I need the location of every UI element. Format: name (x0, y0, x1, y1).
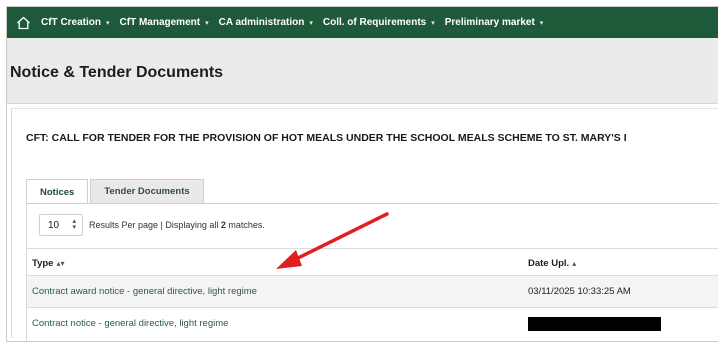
nav-menu-label: CA administration (218, 17, 305, 28)
nav-menu-ca-administration[interactable]: CA administration ▾ (219, 17, 313, 28)
cft-title: CFT: CALL FOR TENDER FOR THE PROVISION O… (26, 132, 627, 144)
column-header-label: Date Upl. (528, 258, 570, 269)
app-window: CfT Creation ▾ CfT Management ▾ CA admin… (6, 6, 718, 342)
notice-type-link[interactable]: Contract notice - general directive, lig… (32, 318, 228, 329)
table-header: Type ▴▾ Date Upl. ▴ (27, 248, 718, 276)
chevron-down-icon: ▾ (431, 19, 435, 27)
tab-tender-documents[interactable]: Tender Documents (90, 179, 204, 203)
page-title: Notice & Tender Documents (10, 64, 224, 81)
redaction-box (528, 317, 661, 331)
nav-menu-coll-of-requirements[interactable]: Coll. of Requirements ▾ (323, 17, 435, 28)
chevron-down-icon: ▾ (205, 19, 209, 27)
main-content: CFT: CALL FOR TENDER FOR THE PROVISION O… (7, 104, 718, 341)
nav-menu-label: Preliminary market (444, 17, 535, 28)
page-header: Notice & Tender Documents (7, 38, 718, 104)
nav-menu-label: CfT Creation (41, 17, 101, 28)
nav-menu-preliminary-market[interactable]: Preliminary market ▾ (445, 17, 544, 28)
tab-notices[interactable]: Notices (26, 179, 89, 204)
nav-menu-label: CfT Management (119, 17, 201, 28)
per-page-value: 10 (48, 219, 60, 231)
pager-text-before: Results Per page | Displaying all (89, 220, 221, 230)
select-arrows-icon: ▴ ▾ (72, 218, 76, 231)
pager-text-after: matches. (225, 220, 265, 230)
nav-menu-cft-management[interactable]: CfT Management ▾ (120, 17, 209, 28)
content-panel: CFT: CALL FOR TENDER FOR THE PROVISION O… (11, 108, 718, 341)
column-header-label: Type (32, 258, 54, 269)
nav-menu-cft-creation[interactable]: CfT Creation ▾ (41, 17, 110, 28)
chevron-down-icon: ▾ (309, 19, 313, 27)
home-icon[interactable] (15, 15, 31, 31)
chevron-down-icon: ▾ (539, 19, 544, 27)
column-header-date-uploaded[interactable]: Date Upl. ▴ (528, 258, 576, 269)
results-per-page-select[interactable]: 10 ▴ ▾ (39, 214, 83, 236)
notice-type-link[interactable]: Contract award notice - general directiv… (32, 286, 257, 297)
sort-icon[interactable]: ▴ (572, 259, 576, 268)
pager-status: Results Per page | Displaying all 2 matc… (89, 220, 265, 230)
column-header-type[interactable]: Type ▴▾ (32, 258, 65, 269)
tab-bar: Notices Tender Documents (26, 179, 204, 204)
table-row: Contract award notice - general directiv… (27, 276, 718, 308)
chevron-down-icon: ▾ (106, 19, 110, 27)
pager: 10 ▴ ▾ Results Per page | Displaying all … (39, 214, 265, 236)
notices-list: 10 ▴ ▾ Results Per page | Displaying all … (26, 203, 718, 341)
sort-icon[interactable]: ▴▾ (56, 259, 64, 268)
table-row: Contract notice - general directive, lig… (27, 308, 718, 340)
date-uploaded: 03/11/2025 10:33:25 AM (528, 286, 631, 297)
top-navigation: CfT Creation ▾ CfT Management ▾ CA admin… (7, 7, 718, 38)
nav-menu-label: Coll. of Requirements (322, 17, 427, 28)
